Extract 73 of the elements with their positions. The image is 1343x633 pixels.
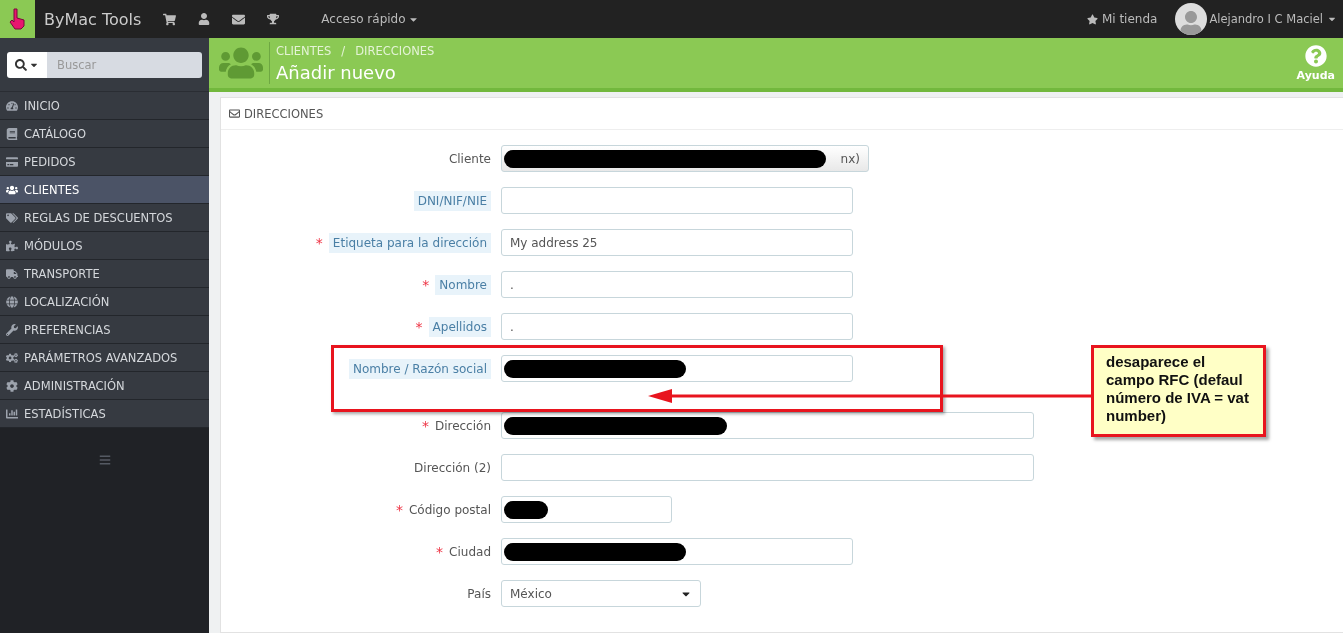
sidebar-item[interactable]: MÓDULOS xyxy=(0,232,209,260)
gear-icon xyxy=(6,379,18,392)
wrench-icon xyxy=(6,323,18,336)
required-mark: * xyxy=(422,276,430,293)
brand-name[interactable]: ByMac Tools xyxy=(44,9,142,29)
sidebar-item[interactable]: PARÁMETROS AVANZADOS xyxy=(0,344,209,372)
input-field[interactable] xyxy=(501,187,853,214)
country-select[interactable]: México xyxy=(501,580,701,607)
user-menu[interactable]: Alejandro I C Maciel xyxy=(1209,12,1337,26)
input-field[interactable] xyxy=(501,412,1034,439)
required-mark: * xyxy=(421,417,429,434)
input-field[interactable]: My address 25 xyxy=(501,229,853,256)
puzzle-icon xyxy=(6,239,18,252)
sidebar-item[interactable]: TRANSPORTE xyxy=(0,260,209,288)
field-label: País xyxy=(467,586,491,601)
my-store-link[interactable]: Mi tienda xyxy=(1086,12,1158,26)
field-label: Nombre / Razón social xyxy=(348,358,491,379)
field-label: Apellidos xyxy=(428,316,491,337)
user-icon[interactable] xyxy=(198,13,211,25)
sidebar-item[interactable]: ADMINISTRACIÓN xyxy=(0,372,209,400)
gears-icon xyxy=(6,351,18,364)
quick-access-menu[interactable]: Acceso rápido xyxy=(321,12,419,26)
field-label: Código postal xyxy=(408,502,491,517)
envelope-icon[interactable] xyxy=(232,12,246,26)
sidebar-item[interactable]: PEDIDOS xyxy=(0,148,209,176)
field-label: Etiqueta para la dirección xyxy=(328,232,491,253)
input-field[interactable] xyxy=(501,454,1034,481)
page-title: Añadir nuevo xyxy=(276,61,397,83)
pointer-hand-logo-icon[interactable] xyxy=(0,0,35,38)
required-mark: * xyxy=(415,318,423,335)
panel-title: DIRECCIONES xyxy=(244,106,324,121)
field-label: Ciudad xyxy=(449,544,491,559)
sidebar-item[interactable]: REGLAS DE DESCUENTOS xyxy=(0,204,209,232)
required-mark: * xyxy=(436,543,444,560)
annotation-note: desaparece el campo RFC (defaul número de IVA = vat number) xyxy=(1091,345,1266,437)
cart-icon[interactable] xyxy=(163,12,177,26)
field-label: Dirección (2) xyxy=(414,460,491,475)
input-field[interactable] xyxy=(501,538,853,565)
trophy-icon[interactable] xyxy=(267,13,280,25)
avatar-silhouette-icon[interactable] xyxy=(1175,3,1208,35)
dashboard-icon xyxy=(6,99,18,112)
bar-chart-icon xyxy=(6,407,18,420)
sidebar-item[interactable]: CATÁLOGO xyxy=(0,120,209,148)
input-field[interactable]: . xyxy=(501,271,853,298)
customer-field[interactable]: nx) xyxy=(501,145,869,172)
envelope-icon xyxy=(229,108,240,119)
sidebar-item[interactable]: LOCALIZACIÓN xyxy=(0,288,209,316)
field-label: Dirección xyxy=(434,418,491,433)
sidebar-item[interactable]: ESTADÍSTICAS xyxy=(0,400,209,428)
sidebar-item[interactable]: PREFERENCIAS xyxy=(0,316,209,344)
tags-icon xyxy=(6,211,18,224)
field-label: DNI/NIF/NIE xyxy=(413,190,491,211)
search-field[interactable]: Buscar xyxy=(47,51,202,78)
breadcrumb-separator: / xyxy=(341,43,346,58)
input-field[interactable] xyxy=(501,355,853,382)
input-field[interactable] xyxy=(501,496,672,523)
field-label: Nombre xyxy=(435,274,491,295)
book-icon xyxy=(6,127,18,140)
credit-card-icon xyxy=(6,155,18,168)
sidebar-item[interactable]: INICIO xyxy=(0,92,209,120)
required-mark: * xyxy=(395,501,403,518)
users-icon xyxy=(6,183,18,196)
search-icon xyxy=(15,58,27,71)
globe-icon xyxy=(6,295,18,308)
field-label: Cliente xyxy=(448,151,491,166)
required-mark: * xyxy=(315,234,323,251)
input-field[interactable]: . xyxy=(501,313,853,340)
sidebar-item[interactable]: CLIENTES xyxy=(0,176,209,204)
users-icon xyxy=(219,42,270,84)
search-button[interactable] xyxy=(7,51,47,78)
help-icon xyxy=(1304,44,1327,67)
star-icon xyxy=(1086,13,1098,25)
truck-icon xyxy=(6,267,18,280)
